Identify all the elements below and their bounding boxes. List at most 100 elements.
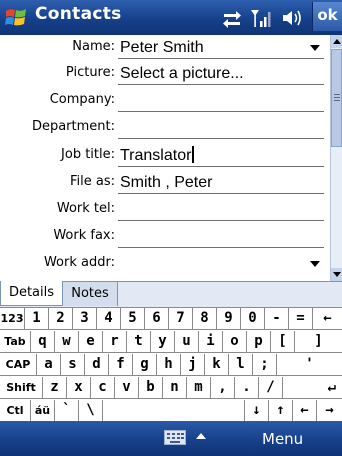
- work-addr-label: Work addr:: [43, 255, 115, 270]
- key-v[interactable]: v: [115, 377, 139, 399]
- key-backspace[interactable]: ←: [313, 308, 342, 330]
- company-field[interactable]: [118, 90, 324, 112]
- key-caps[interactable]: CAP: [0, 354, 37, 376]
- key-minus[interactable]: -: [265, 308, 289, 330]
- keyboard-row: Shift z x c v b n m , . / ↵: [0, 377, 342, 400]
- company-row: Company:: [0, 90, 330, 113]
- scroll-thumb[interactable]: [331, 49, 342, 147]
- key-dot: [172, 437, 175, 439]
- key-123[interactable]: 123: [0, 308, 25, 330]
- key-down-arrow[interactable]: ↓: [245, 400, 269, 422]
- key-y[interactable]: y: [151, 331, 175, 353]
- job-title-field[interactable]: Translator: [118, 145, 324, 167]
- name-field[interactable]: Peter Smith: [118, 37, 324, 59]
- scroll-down-button[interactable]: [331, 268, 342, 281]
- work-fax-field[interactable]: [118, 226, 324, 248]
- picture-field[interactable]: Select a picture...: [118, 63, 324, 85]
- scroll-up-icon: [333, 39, 341, 44]
- key-f[interactable]: f: [109, 354, 133, 376]
- key-q[interactable]: q: [31, 331, 55, 353]
- tab-notes[interactable]: Notes: [63, 281, 118, 306]
- work-addr-field[interactable]: [118, 253, 324, 275]
- key-slash[interactable]: /: [259, 377, 283, 399]
- menu-button[interactable]: Menu: [262, 430, 303, 448]
- tab-details[interactable]: Details: [0, 281, 63, 306]
- key-enter[interactable]: ↵: [283, 377, 342, 399]
- picture-row: Picture: Select a picture...: [0, 63, 330, 86]
- key-e[interactable]: e: [79, 331, 103, 353]
- key-6[interactable]: 6: [145, 308, 169, 330]
- key-d[interactable]: d: [85, 354, 109, 376]
- key-z[interactable]: z: [43, 377, 67, 399]
- ok-button[interactable]: ok: [312, 2, 342, 31]
- key-p[interactable]: p: [247, 331, 271, 353]
- key-backtick[interactable]: `: [55, 400, 79, 422]
- key-dot: [177, 433, 180, 435]
- work-fax-row: Work fax:: [0, 226, 330, 249]
- picture-label: Picture:: [65, 65, 115, 80]
- work-fax-label: Work fax:: [53, 228, 115, 243]
- key-semicolon[interactable]: ;: [253, 354, 277, 376]
- key-up-arrow[interactable]: ↑: [269, 400, 293, 422]
- department-field[interactable]: [118, 117, 324, 139]
- key-dot: [170, 441, 180, 443]
- key-dot: [177, 437, 180, 439]
- key-left-bracket[interactable]: [: [271, 331, 295, 353]
- key-7[interactable]: 7: [169, 308, 193, 330]
- key-m[interactable]: m: [187, 377, 211, 399]
- key-ctrl[interactable]: Ctl: [0, 400, 31, 422]
- key-u[interactable]: u: [175, 331, 199, 353]
- key-1[interactable]: 1: [25, 308, 49, 330]
- key-quote[interactable]: ': [277, 354, 342, 376]
- key-t[interactable]: t: [127, 331, 151, 353]
- grip-line: [334, 100, 340, 101]
- work-addr-dropdown-arrow-icon[interactable]: [310, 261, 320, 267]
- keyboard-icon[interactable]: [164, 430, 186, 445]
- key-left-arrow[interactable]: ←: [293, 400, 317, 422]
- key-shift[interactable]: Shift: [0, 377, 43, 399]
- file-as-field[interactable]: Smith , Peter: [118, 172, 324, 194]
- scroll-up-button[interactable]: [331, 35, 342, 48]
- key-space[interactable]: [103, 400, 245, 422]
- key-right-arrow[interactable]: →: [317, 400, 342, 422]
- signal-icon[interactable]: [250, 8, 272, 28]
- key-n[interactable]: n: [163, 377, 187, 399]
- key-2[interactable]: 2: [49, 308, 73, 330]
- key-8[interactable]: 8: [193, 308, 217, 330]
- key-w[interactable]: w: [55, 331, 79, 353]
- key-b[interactable]: b: [139, 377, 163, 399]
- key-tab[interactable]: Tab: [0, 331, 31, 353]
- app-title: Contacts: [35, 4, 122, 24]
- key-h[interactable]: h: [157, 354, 181, 376]
- key-right-bracket[interactable]: ]: [295, 331, 342, 353]
- key-5[interactable]: 5: [121, 308, 145, 330]
- work-tel-field[interactable]: [118, 199, 324, 221]
- key-s[interactable]: s: [61, 354, 85, 376]
- key-k[interactable]: k: [205, 354, 229, 376]
- input-panel-arrow-icon[interactable]: [196, 433, 206, 439]
- key-g[interactable]: g: [133, 354, 157, 376]
- key-0[interactable]: 0: [241, 308, 265, 330]
- key-r[interactable]: r: [103, 331, 127, 353]
- key-x[interactable]: x: [67, 377, 91, 399]
- vertical-scrollbar[interactable]: [330, 35, 342, 281]
- windows-start-icon[interactable]: [3, 5, 29, 31]
- key-intl[interactable]: áü: [31, 400, 55, 422]
- key-i[interactable]: i: [199, 331, 223, 353]
- key-9[interactable]: 9: [217, 308, 241, 330]
- volume-icon[interactable]: [281, 8, 303, 28]
- key-o[interactable]: o: [223, 331, 247, 353]
- menu-bar: Menu: [0, 421, 342, 456]
- name-dropdown-arrow-icon[interactable]: [310, 45, 320, 51]
- key-l[interactable]: l: [229, 354, 253, 376]
- key-a[interactable]: a: [37, 354, 61, 376]
- key-comma[interactable]: ,: [211, 377, 235, 399]
- key-period[interactable]: .: [235, 377, 259, 399]
- key-3[interactable]: 3: [73, 308, 97, 330]
- key-4[interactable]: 4: [97, 308, 121, 330]
- sync-icon[interactable]: [222, 8, 242, 28]
- key-equals[interactable]: =: [289, 308, 313, 330]
- key-c[interactable]: c: [91, 377, 115, 399]
- key-backslash[interactable]: \: [79, 400, 103, 422]
- key-j[interactable]: j: [181, 354, 205, 376]
